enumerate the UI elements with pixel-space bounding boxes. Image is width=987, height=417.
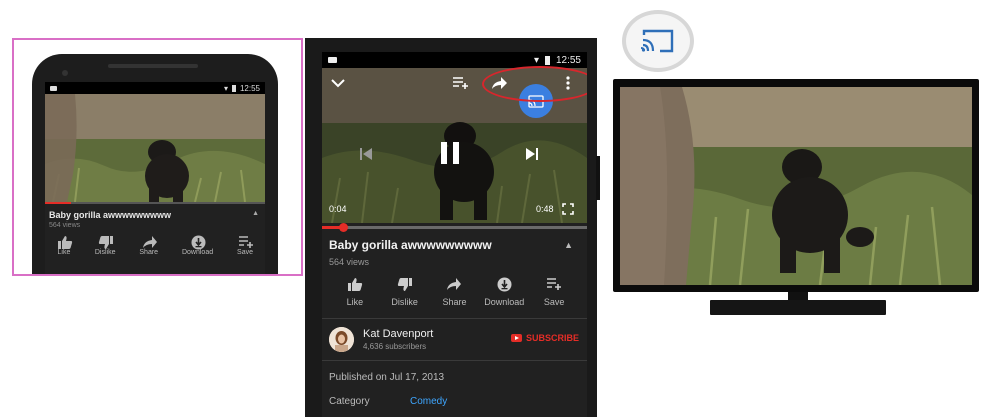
like-button[interactable]: Like: [332, 277, 378, 307]
action-label: Save: [237, 249, 253, 256]
dislike-button[interactable]: Dislike: [382, 277, 428, 307]
gorilla-video-frame: [45, 94, 265, 202]
small-phone-screen: ▾ 12:55 Baby gorilla awwwwwwwww ▲ 564 vi…: [45, 82, 265, 274]
like-button[interactable]: Like: [57, 235, 73, 256]
phone-side-button: [596, 156, 600, 200]
main-phone: ▾ 12:55 0:04 0:48 Baby gorilla awwwwwwww…: [305, 38, 600, 417]
dislike-button[interactable]: Dislike: [94, 235, 116, 256]
published-date: Published on Jul 17, 2013: [329, 372, 445, 383]
save-button[interactable]: Save: [237, 235, 254, 256]
pause-icon[interactable]: [438, 140, 462, 171]
cast-icon-badge: [622, 10, 694, 72]
phone-camera: [62, 70, 68, 76]
add-to-playlist-icon[interactable]: [452, 76, 470, 95]
status-time: 12:55: [555, 54, 581, 66]
youtube-logo-icon: [510, 334, 522, 342]
subscribe-label: SUBSCRIBE: [525, 333, 579, 343]
tv-screen: [620, 87, 972, 285]
fullscreen-icon[interactable]: [562, 202, 574, 220]
duration: 0:48: [536, 204, 554, 214]
previous-icon[interactable]: [358, 146, 374, 167]
scrubber-handle[interactable]: [339, 223, 349, 232]
action-label: Download: [181, 249, 214, 256]
share-button[interactable]: Share: [431, 277, 477, 307]
view-count: 564 views: [329, 257, 370, 267]
minimize-chevron-icon[interactable]: [330, 76, 346, 94]
share-icon: [142, 235, 157, 248]
progress-fill: [45, 202, 72, 204]
tv-stand-base: [710, 300, 886, 315]
battery-icon: [231, 84, 236, 92]
current-time: 0:04: [329, 204, 347, 214]
status-bar: ▾ 12:55: [45, 82, 265, 94]
action-label: Share: [139, 249, 159, 256]
video-title: Baby gorilla awwwwwwwww: [49, 210, 172, 220]
subscriber-count: 4,636 subscribers: [363, 341, 427, 351]
small-phone-frame: ▾ 12:55 Baby gorilla awwwwwwwww ▲ 564 vi…: [12, 38, 303, 276]
thumbs-up-icon: [347, 277, 363, 293]
thumbs-down-icon: [397, 277, 413, 293]
action-label: Dislike: [94, 249, 116, 256]
cast-icon: [640, 29, 674, 53]
progress-bar[interactable]: [45, 202, 265, 204]
action-label: Dislike: [391, 297, 418, 307]
action-bar: Like Dislike Share Download Save: [322, 277, 587, 307]
action-bar: Like Dislike Share Download Save: [45, 231, 265, 256]
action-label: Save: [543, 297, 565, 307]
action-label: Download: [484, 297, 525, 307]
progress-bar[interactable]: [322, 223, 587, 232]
save-button[interactable]: Save: [531, 277, 577, 307]
video-title: Baby gorilla awwwwwwwww: [329, 238, 492, 252]
video-title-row: Baby gorilla awwwwwwwww ▲: [45, 204, 265, 220]
divider: [322, 360, 587, 361]
category-label: Category: [329, 396, 370, 407]
download-button[interactable]: Download: [481, 277, 527, 307]
battery-icon: [544, 55, 550, 65]
action-label: Like: [57, 249, 71, 256]
download-icon: [191, 235, 206, 250]
share-icon: [446, 277, 462, 293]
action-label: Share: [442, 297, 467, 307]
view-count: 564 views: [49, 222, 81, 229]
save-to-playlist-icon: [238, 235, 254, 248]
phone-speaker: [108, 64, 198, 68]
wifi-icon: ▾: [533, 54, 539, 66]
channel-name[interactable]: Kat Davenport: [363, 328, 433, 340]
main-phone-screen: ▾ 12:55 0:04 0:48 Baby gorilla awwwwwwww…: [322, 52, 587, 417]
television: [613, 79, 979, 292]
save-to-playlist-icon: [546, 277, 562, 293]
category-link[interactable]: Comedy: [410, 396, 447, 407]
status-time: 12:55: [239, 83, 260, 93]
next-icon[interactable]: [524, 146, 540, 167]
channel-avatar[interactable]: [329, 326, 354, 352]
thumbs-up-icon: [57, 235, 73, 249]
small-phone: ▾ 12:55 Baby gorilla awwwwwwwww ▲ 564 vi…: [32, 54, 278, 274]
download-icon: [497, 277, 512, 293]
cast-highlight-ring: [482, 66, 587, 102]
download-button[interactable]: Download: [182, 235, 213, 256]
subscribe-button[interactable]: SUBSCRIBE: [510, 333, 579, 343]
video-player[interactable]: [45, 94, 265, 202]
divider: [322, 318, 587, 319]
thumbs-down-icon: [98, 235, 114, 249]
wifi-icon: ▾: [223, 83, 228, 93]
channel-row[interactable]: Kat Davenport 4,636 subscribers SUBSCRIB…: [329, 322, 579, 356]
gorilla-video-frame: [620, 87, 972, 285]
notification-icon: [50, 85, 57, 91]
notification-icon: [328, 57, 337, 63]
action-label: Like: [346, 297, 364, 307]
share-button[interactable]: Share: [139, 235, 158, 256]
collapse-caret-icon[interactable]: ▲: [252, 210, 259, 220]
collapse-caret-icon[interactable]: ▲: [564, 240, 573, 250]
